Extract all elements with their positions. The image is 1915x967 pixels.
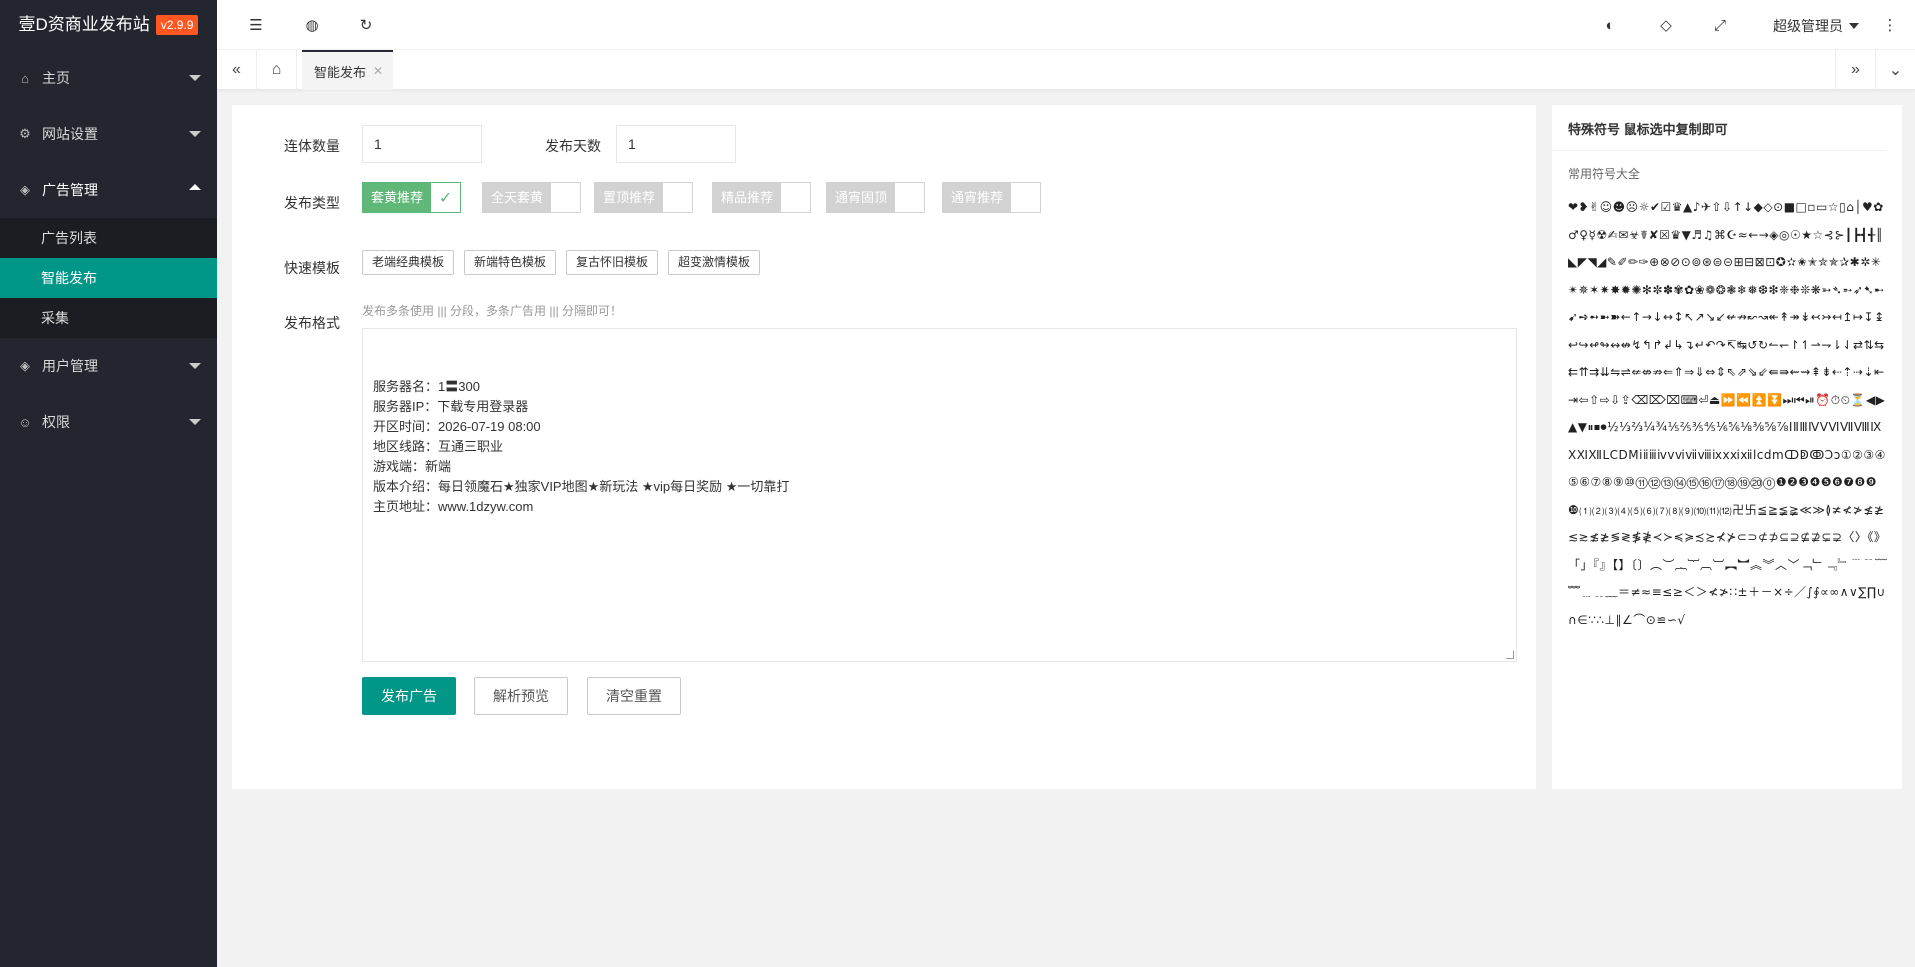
chevron-down-icon [189, 419, 201, 425]
diamond-icon: ◈ [20, 358, 30, 373]
type-switch-2[interactable]: 置顶推荐 [594, 182, 694, 213]
sidebar-item-site-settings[interactable]: ⚙ 网站设置 [0, 106, 217, 162]
top-header: ☰ ◍ ↻ ◐ ◇ ⤢ 超级管理员 ⋮ [217, 0, 1915, 50]
sidebar-item-label: 主页 [42, 70, 70, 86]
more-vertical-icon[interactable]: ⋮ [1881, 16, 1899, 34]
caret-down-icon [1849, 23, 1859, 29]
type-label: 发布类型 [284, 195, 340, 211]
type-switch-5[interactable]: 通宵推荐 [942, 182, 1042, 213]
chevron-down-icon [189, 75, 201, 81]
refresh-icon[interactable]: ↻ [357, 16, 375, 34]
switch-knob [551, 183, 581, 212]
switch-knob [663, 183, 693, 212]
publish-button[interactable]: 发布广告 [362, 677, 456, 715]
type-switch-1[interactable]: 全天套黄 [482, 182, 582, 213]
sidebar-item-permissions[interactable]: ☺ 权限 [0, 394, 217, 450]
palette-icon[interactable]: ◐ [1601, 16, 1619, 34]
tag-icon[interactable]: ◇ [1657, 16, 1675, 34]
chevron-down-icon [189, 363, 201, 369]
type-switch-3[interactable]: 精品推荐 [712, 182, 812, 213]
sidebar-item-label: 广告管理 [42, 182, 98, 198]
template-button-new[interactable]: 新端特色模板 [464, 250, 557, 275]
template-button-retro[interactable]: 复古怀旧模板 [566, 250, 659, 275]
days-label: 发布天数 [545, 138, 601, 154]
template-label: 快速模板 [284, 260, 340, 276]
tab-label: 智能发布 [314, 64, 367, 80]
fullscreen-icon[interactable]: ⤢ [1711, 16, 1729, 34]
count-input[interactable]: 1 [362, 125, 482, 163]
preview-button[interactable]: 解析预览 [474, 677, 568, 715]
home-icon: ⌂ [21, 70, 29, 86]
app-title: 壹D资商业发布站 [18, 15, 150, 34]
resize-handle[interactable] [1506, 651, 1514, 659]
switch-label: 通宵固顶 [827, 183, 896, 212]
tab-bar: « ⌂ 智能发布 ✕ » ⌄ [217, 50, 1915, 90]
tab-scroll-right-icon[interactable]: » [1835, 50, 1875, 90]
tab-scroll-left-icon[interactable]: « [217, 50, 257, 90]
globe-icon[interactable]: ◍ [303, 16, 321, 34]
format-label: 发布格式 [284, 315, 340, 331]
close-icon[interactable]: ✕ [373, 64, 383, 78]
template-button-extreme[interactable]: 超变激情模板 [668, 250, 761, 275]
sidebar: 壹D资商业发布站 v2.9.9 ⌂ 主页 ⚙ 网站设置 ◈ 广告管理 广告列表 … [0, 0, 217, 967]
switch-knob [781, 183, 811, 212]
publish-form-panel: 连体数量 1 发布天数 1 发布类型 套黄推荐 ✓ 全天套黄 置顶推荐 精品推荐… [232, 105, 1536, 789]
switch-label: 置顶推荐 [595, 183, 664, 212]
sidebar-item-label: 网站设置 [42, 126, 98, 142]
switch-label: 套黄推荐 [363, 183, 432, 212]
tab-menu-chevron-icon[interactable]: ⌄ [1875, 50, 1915, 90]
chevron-down-icon [189, 131, 201, 137]
chevron-up-icon [189, 184, 201, 190]
type-switch-0[interactable]: 套黄推荐 ✓ [362, 182, 462, 213]
sidebar-item-collect[interactable]: 采集 [0, 298, 217, 338]
sidebar-item-ad-list[interactable]: 广告列表 [0, 218, 217, 258]
sidebar-item-label: 用户管理 [42, 358, 98, 374]
diamond-icon: ◈ [20, 182, 30, 197]
switch-label: 精品推荐 [713, 183, 782, 212]
switch-label: 全天套黄 [483, 183, 552, 212]
switch-knob [1011, 183, 1041, 212]
version-badge: v2.9.9 [155, 15, 199, 35]
template-button-classic[interactable]: 老端经典模板 [362, 250, 455, 275]
symbols-title: 特殊符号 鼠标选中复制即可 [1552, 105, 1886, 151]
symbols-subtitle: 常用符号大全 [1568, 167, 1641, 181]
menu-collapse-icon[interactable]: ☰ [247, 16, 265, 34]
sidebar-item-ad-management[interactable]: ◈ 广告管理 [0, 162, 217, 218]
sidebar-item-smart-publish[interactable]: 智能发布 [0, 258, 217, 298]
days-input[interactable]: 1 [616, 125, 736, 163]
format-hint: 发布多条使用 ||| 分段，多条广告用 ||| 分隔即可！ [362, 304, 623, 318]
gear-icon: ⚙ [19, 126, 31, 141]
reset-button[interactable]: 清空重置 [587, 677, 681, 715]
check-icon: ✓ [431, 183, 461, 212]
sidebar-item-user-management[interactable]: ◈ 用户管理 [0, 338, 217, 394]
user-menu[interactable]: 超级管理员 [1773, 16, 1859, 36]
user-name: 超级管理员 [1773, 18, 1843, 34]
symbols-card: 特殊符号 鼠标选中复制即可 常用符号大全 ❤❥✌☺☻☹☼✔☑♛▲♪✈⇧⇩↑↓◆◇… [1552, 105, 1902, 789]
count-label: 连体数量 [284, 138, 340, 154]
switch-knob [895, 183, 925, 212]
format-text: 服务器名：1〓300 服务器IP：下载专用登录器 开区时间：2026-07-19… [373, 379, 790, 514]
home-tab-icon[interactable]: ⌂ [257, 50, 297, 90]
format-textarea[interactable]: 服务器名：1〓300 服务器IP：下载专用登录器 开区时间：2026-07-19… [362, 328, 1517, 662]
user-icon: ☺ [18, 414, 32, 430]
ad-submenu: 广告列表 智能发布 采集 [0, 218, 217, 338]
sidebar-item-home[interactable]: ⌂ 主页 [0, 50, 217, 106]
switch-label: 通宵推荐 [943, 183, 1012, 212]
type-switch-4[interactable]: 通宵固顶 [826, 182, 926, 213]
symbols-list[interactable]: ❤❥✌☺☻☹☼✔☑♛▲♪✈⇧⇩↑↓◆◇⊙■□▫▭☆▯⌂│♥✿♂♀☿☢✍✉☣☤✘☒… [1552, 182, 1902, 742]
sidebar-item-label: 权限 [42, 414, 70, 430]
app-logo[interactable]: 壹D资商业发布站 v2.9.9 [0, 0, 217, 50]
tab-smart-publish[interactable]: 智能发布 ✕ [302, 50, 393, 90]
